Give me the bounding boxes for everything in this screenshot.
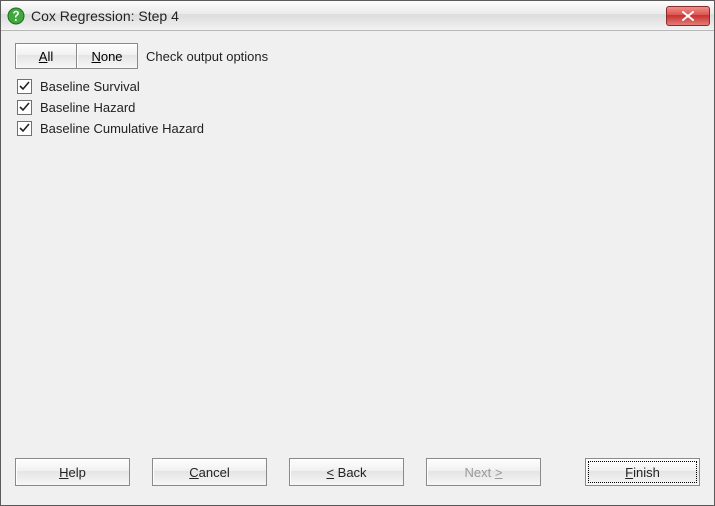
option-label[interactable]: Baseline Cumulative Hazard	[40, 121, 204, 136]
next-button: Next >	[426, 458, 541, 486]
window-title: Cox Regression: Step 4	[31, 8, 666, 24]
option-label[interactable]: Baseline Survival	[40, 79, 140, 94]
client-area: All None Check output options Baseline S…	[1, 31, 714, 453]
option-baseline-cumulative-hazard: Baseline Cumulative Hazard	[17, 121, 700, 136]
dialog-window: Cox Regression: Step 4 All None Check ou…	[0, 0, 715, 506]
select-all-button[interactable]: All	[15, 43, 77, 69]
checkbox-baseline-survival[interactable]	[17, 79, 32, 94]
checkbox-baseline-hazard[interactable]	[17, 100, 32, 115]
output-options: Baseline Survival Baseline Hazard Baseli…	[15, 79, 700, 136]
option-label[interactable]: Baseline Hazard	[40, 100, 135, 115]
finish-button[interactable]: Finish	[585, 458, 700, 486]
select-none-button[interactable]: None	[76, 43, 138, 69]
titlebar: Cox Regression: Step 4	[1, 1, 714, 31]
close-button[interactable]	[666, 6, 710, 26]
help-button[interactable]: Help	[15, 458, 130, 486]
wizard-button-bar: Help Cancel < Back Next > Finish	[1, 453, 714, 505]
select-toolbar: All None Check output options	[15, 43, 700, 69]
option-baseline-survival: Baseline Survival	[17, 79, 700, 94]
toolbar-hint: Check output options	[146, 49, 268, 64]
back-button[interactable]: < Back	[289, 458, 404, 486]
help-icon	[7, 7, 25, 25]
checkbox-baseline-cumulative-hazard[interactable]	[17, 121, 32, 136]
cancel-button[interactable]: Cancel	[152, 458, 267, 486]
option-baseline-hazard: Baseline Hazard	[17, 100, 700, 115]
